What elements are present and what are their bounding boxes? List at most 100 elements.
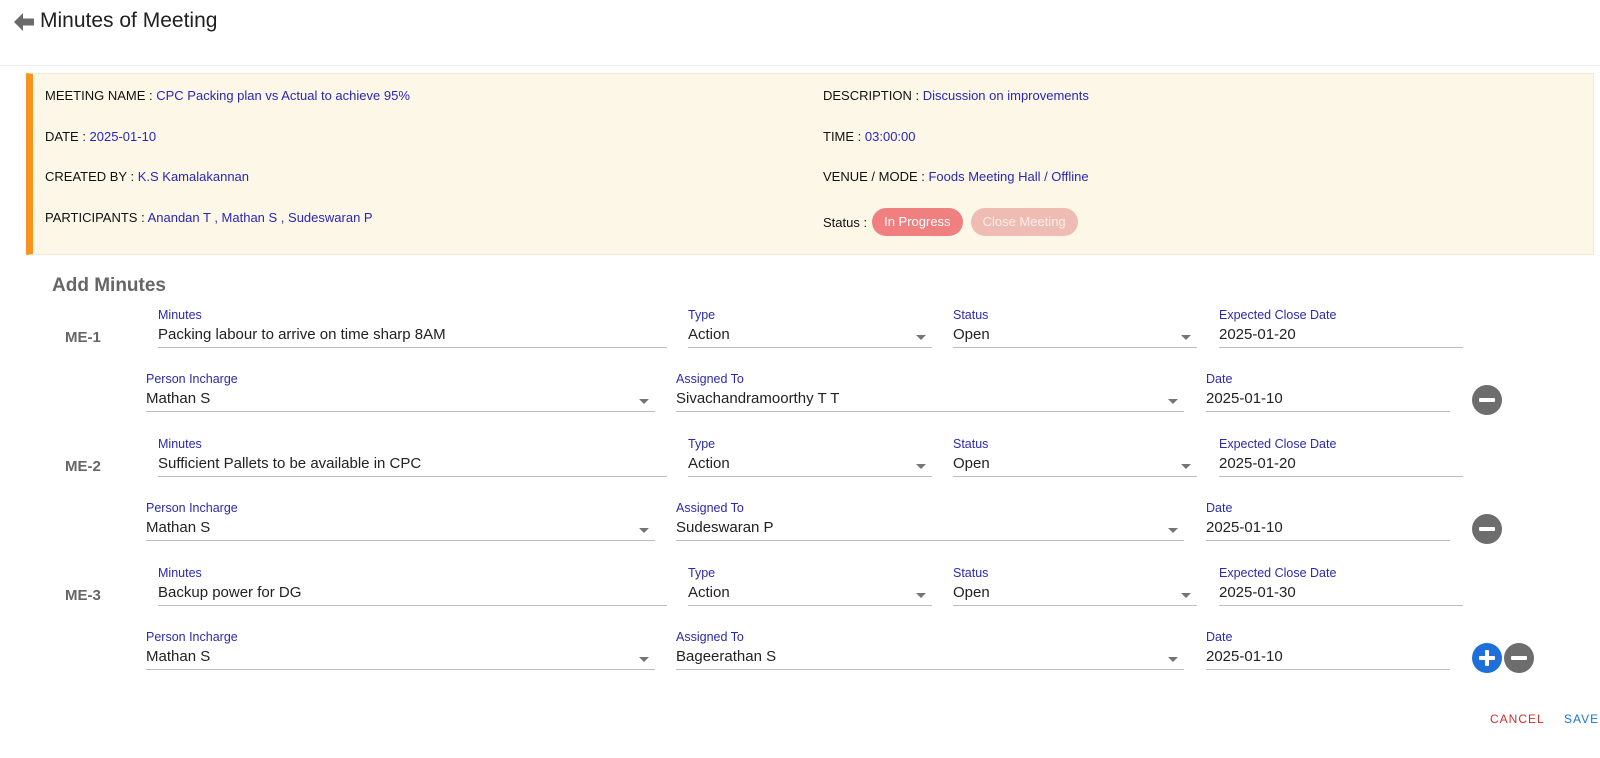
- status-row: Status : In Progress Close Meeting: [823, 208, 1078, 236]
- person-incharge-label: Person Incharge: [146, 630, 238, 644]
- status-value: Open: [953, 584, 990, 601]
- status-select[interactable]: Status Open: [953, 437, 1197, 477]
- minute-id: ME-3: [65, 587, 101, 604]
- page-title: Minutes of Meeting: [40, 9, 218, 32]
- date-field-label: Date: [1206, 501, 1233, 515]
- minute-id: ME-1: [65, 329, 101, 346]
- add-row-button[interactable]: [1472, 643, 1502, 673]
- type-field-label: Type: [688, 437, 716, 451]
- date-value: 2025-01-10: [89, 129, 157, 144]
- description-value: Discussion on improvements: [922, 88, 1089, 103]
- minutes-value: Backup power for DG: [158, 584, 302, 601]
- save-button[interactable]: SAVE: [1564, 712, 1599, 726]
- minutes-input[interactable]: Minutes Sufficient Pallets to be availab…: [158, 437, 667, 477]
- person-incharge-select[interactable]: Person Incharge Mathan S: [146, 372, 655, 412]
- status-field-label: Status: [953, 566, 989, 580]
- assigned-to-select[interactable]: Assigned To Sivachandramoorthy T T: [676, 372, 1184, 412]
- status-value: Open: [953, 326, 990, 343]
- dropdown-arrow-icon: [639, 528, 649, 533]
- dropdown-arrow-icon: [1168, 399, 1178, 404]
- created-by-value: K.S Kamalakannan: [137, 169, 250, 184]
- type-select[interactable]: Type Action: [688, 566, 932, 606]
- time-label: TIME :: [823, 129, 865, 144]
- venue-value: Foods Meeting Hall / Offline: [928, 169, 1089, 184]
- person-incharge-select[interactable]: Person Incharge Mathan S: [146, 630, 655, 670]
- person-incharge-label: Person Incharge: [146, 501, 238, 515]
- date-field-value: 2025-01-10: [1206, 390, 1283, 407]
- dropdown-arrow-icon: [639, 399, 649, 404]
- type-field-label: Type: [688, 308, 716, 322]
- minutes-input[interactable]: Minutes Backup power for DG: [158, 566, 667, 606]
- minus-icon: [1479, 398, 1495, 402]
- dropdown-arrow-icon: [1168, 528, 1178, 533]
- status-value: Open: [953, 455, 990, 472]
- date-input[interactable]: Date 2025-01-10: [1206, 501, 1450, 541]
- date-field-label: Date: [1206, 630, 1233, 644]
- date-field-label: Date: [1206, 372, 1233, 386]
- type-select[interactable]: Type Action: [688, 437, 932, 477]
- dropdown-arrow-icon: [1181, 335, 1191, 340]
- expected-close-date-input[interactable]: Expected Close Date 2025-01-20: [1219, 308, 1463, 348]
- dropdown-arrow-icon: [916, 335, 926, 340]
- type-select[interactable]: Type Action: [688, 308, 932, 348]
- expected-close-date-label: Expected Close Date: [1219, 437, 1337, 451]
- dropdown-arrow-icon: [1168, 657, 1178, 662]
- type-value: Action: [688, 326, 730, 343]
- status-label: Status :: [823, 214, 868, 230]
- time-value: 03:00:00: [864, 129, 916, 144]
- assigned-to-select[interactable]: Assigned To Bageerathan S: [676, 630, 1184, 670]
- minutes-field-label: Minutes: [158, 437, 202, 451]
- participants-label: PARTICIPANTS :: [45, 210, 148, 225]
- remove-row-button[interactable]: [1504, 643, 1534, 673]
- meeting-info-card: MEETING NAME : CPC Packing plan vs Actua…: [26, 73, 1594, 255]
- person-incharge-select[interactable]: Person Incharge Mathan S: [146, 501, 655, 541]
- person-incharge-value: Mathan S: [146, 519, 211, 536]
- close-meeting-button[interactable]: Close Meeting: [970, 208, 1078, 236]
- expected-close-date-value: 2025-01-20: [1219, 455, 1296, 472]
- date-row: DATE : 2025-01-10: [45, 129, 156, 144]
- assigned-to-label: Assigned To: [676, 501, 744, 515]
- expected-close-date-input[interactable]: Expected Close Date 2025-01-20: [1219, 437, 1463, 477]
- venue-label: VENUE / MODE :: [823, 169, 929, 184]
- expected-close-date-input[interactable]: Expected Close Date 2025-01-30: [1219, 566, 1463, 606]
- time-row: TIME : 03:00:00: [823, 129, 916, 144]
- type-value: Action: [688, 584, 730, 601]
- dropdown-arrow-icon: [1181, 464, 1191, 469]
- date-field-value: 2025-01-10: [1206, 519, 1283, 536]
- assigned-to-label: Assigned To: [676, 372, 744, 386]
- assigned-to-select[interactable]: Assigned To Sudeswaran P: [676, 501, 1184, 541]
- minutes-input[interactable]: Minutes Packing labour to arrive on time…: [158, 308, 667, 348]
- remove-row-button[interactable]: [1472, 514, 1502, 544]
- status-field-label: Status: [953, 437, 989, 451]
- description-label: DESCRIPTION :: [823, 88, 923, 103]
- date-input[interactable]: Date 2025-01-10: [1206, 372, 1450, 412]
- date-input[interactable]: Date 2025-01-10: [1206, 630, 1450, 670]
- status-field-label: Status: [953, 308, 989, 322]
- meeting-name-label: MEETING NAME :: [45, 88, 157, 103]
- expected-close-date-value: 2025-01-20: [1219, 326, 1296, 343]
- minutes-value: Sufficient Pallets to be available in CP…: [158, 455, 422, 472]
- person-incharge-value: Mathan S: [146, 648, 211, 665]
- remove-row-button[interactable]: [1472, 385, 1502, 415]
- back-arrow-icon[interactable]: [12, 10, 36, 34]
- dropdown-arrow-icon: [916, 464, 926, 469]
- status-select[interactable]: Status Open: [953, 308, 1197, 348]
- minus-icon: [1511, 656, 1527, 660]
- person-incharge-label: Person Incharge: [146, 372, 238, 386]
- date-field-value: 2025-01-10: [1206, 648, 1283, 665]
- assigned-to-value: Sudeswaran P: [676, 519, 774, 536]
- assigned-to-label: Assigned To: [676, 630, 744, 644]
- created-by-row: CREATED BY : K.S Kamalakannan: [45, 169, 249, 184]
- type-field-label: Type: [688, 566, 716, 580]
- status-select[interactable]: Status Open: [953, 566, 1197, 606]
- minutes-field-label: Minutes: [158, 566, 202, 580]
- meeting-name-row: MEETING NAME : CPC Packing plan vs Actua…: [45, 88, 410, 103]
- description-row: DESCRIPTION : Discussion on improvements: [823, 88, 1089, 103]
- person-incharge-value: Mathan S: [146, 390, 211, 407]
- dropdown-arrow-icon: [639, 657, 649, 662]
- minutes-value: Packing labour to arrive on time sharp 8…: [158, 326, 446, 343]
- minus-icon: [1479, 527, 1495, 531]
- cancel-button[interactable]: CANCEL: [1490, 712, 1545, 726]
- expected-close-date-value: 2025-01-30: [1219, 584, 1296, 601]
- dropdown-arrow-icon: [916, 593, 926, 598]
